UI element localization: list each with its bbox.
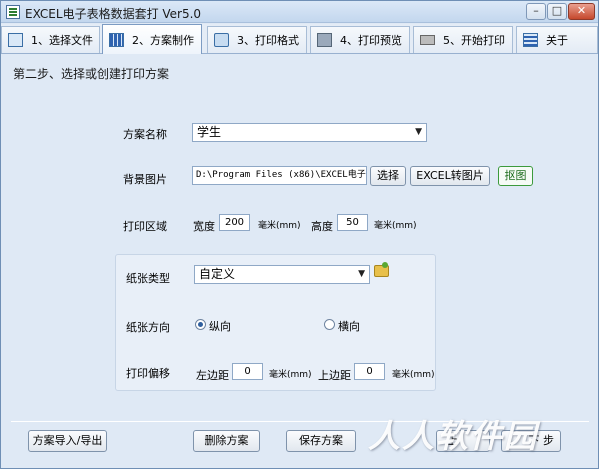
maximize-button[interactable]: □ (547, 3, 567, 20)
landscape-label: 横向 (338, 320, 360, 333)
plan-name-select[interactable]: 学生 ▼ (192, 123, 427, 142)
title-bar: EXCEL电子表格数据套打 Ver5.0 – □ ✕ (1, 1, 598, 23)
paper-type-select[interactable]: 自定义 ▼ (194, 265, 370, 284)
portrait-radio[interactable] (195, 319, 206, 330)
height-input[interactable]: 50 (337, 214, 368, 231)
import-export-button[interactable]: 方案导入/导出 (28, 430, 107, 452)
file-icon (8, 33, 23, 47)
left-margin-label: 左边距 (196, 369, 229, 382)
select-image-button[interactable]: 选择 (370, 166, 406, 186)
tab-about[interactable]: 关于 (516, 26, 598, 53)
crop-image-button[interactable]: 抠图 (498, 166, 533, 186)
preview-icon (317, 33, 332, 47)
background-path-input[interactable]: D:\Program Files (x86)\EXCEL电子表格 (192, 166, 367, 185)
dropdown-arrow-icon: ▼ (358, 269, 365, 279)
close-button[interactable]: ✕ (568, 3, 595, 20)
top-margin-input[interactable]: 0 (354, 363, 385, 380)
left-margin-unit: 毫米(mm) (269, 370, 312, 380)
left-margin-input[interactable]: 0 (232, 363, 263, 380)
height-label: 高度 (311, 220, 333, 233)
save-plan-button[interactable]: 保存方案 (286, 430, 356, 452)
tab-label: 1、选择文件 (31, 34, 93, 47)
top-margin-label: 上边距 (318, 369, 351, 382)
add-paper-icon[interactable] (374, 262, 389, 277)
tab-label: 3、打印格式 (237, 34, 299, 47)
plan-name-label: 方案名称 (123, 128, 167, 141)
tab-start-print[interactable]: 5、开始打印 (413, 26, 513, 53)
tab-label: 关于 (546, 34, 568, 47)
app-window: EXCEL电子表格数据套打 Ver5.0 – □ ✕ 1、选择文件 2、方案制作… (0, 0, 599, 469)
tab-print-preview[interactable]: 4、打印预览 (310, 26, 410, 53)
app-grid-icon (6, 5, 20, 19)
tab-select-file[interactable]: 1、选择文件 (1, 26, 100, 53)
minimize-button[interactable]: – (526, 3, 546, 20)
width-input[interactable]: 200 (219, 214, 250, 231)
tab-label: 2、方案制作 (132, 33, 194, 47)
tab-print-format[interactable]: 3、打印格式 (207, 26, 307, 53)
background-label: 背景图片 (123, 173, 167, 186)
width-unit: 毫米(mm) (258, 221, 301, 231)
excel-to-image-button[interactable]: EXCEL转图片 (410, 166, 490, 186)
step-title: 第二步、选择或创建打印方案 (13, 67, 170, 81)
landscape-radio[interactable] (324, 319, 335, 330)
tab-label: 4、打印预览 (340, 34, 402, 47)
window-title: EXCEL电子表格数据套打 Ver5.0 (25, 7, 202, 21)
delete-plan-button[interactable]: 删除方案 (193, 430, 260, 452)
tab-bar: 1、选择文件 2、方案制作 3、打印格式 4、打印预览 5、开始打印 关于 (1, 24, 598, 54)
portrait-label: 纵向 (209, 320, 231, 333)
plan-icon (109, 32, 124, 47)
paper-type-value: 自定义 (199, 267, 236, 281)
top-margin-unit: 毫米(mm) (392, 370, 435, 380)
paper-orientation-label: 纸张方向 (126, 321, 170, 334)
print-area-label: 打印区域 (123, 220, 167, 233)
height-unit: 毫米(mm) (374, 221, 417, 231)
tab-plan-design[interactable]: 2、方案制作 (102, 24, 202, 54)
width-label: 宽度 (193, 220, 215, 233)
watermark-text: 人人软件园 (368, 417, 539, 455)
tab-label: 5、开始打印 (443, 34, 505, 47)
format-icon (214, 33, 229, 47)
print-offset-label: 打印偏移 (126, 367, 170, 380)
about-icon (523, 33, 538, 47)
paper-type-label: 纸张类型 (126, 272, 170, 285)
printer-icon (420, 35, 435, 45)
plan-name-value: 学生 (197, 125, 222, 139)
dropdown-arrow-icon: ▼ (415, 127, 422, 137)
